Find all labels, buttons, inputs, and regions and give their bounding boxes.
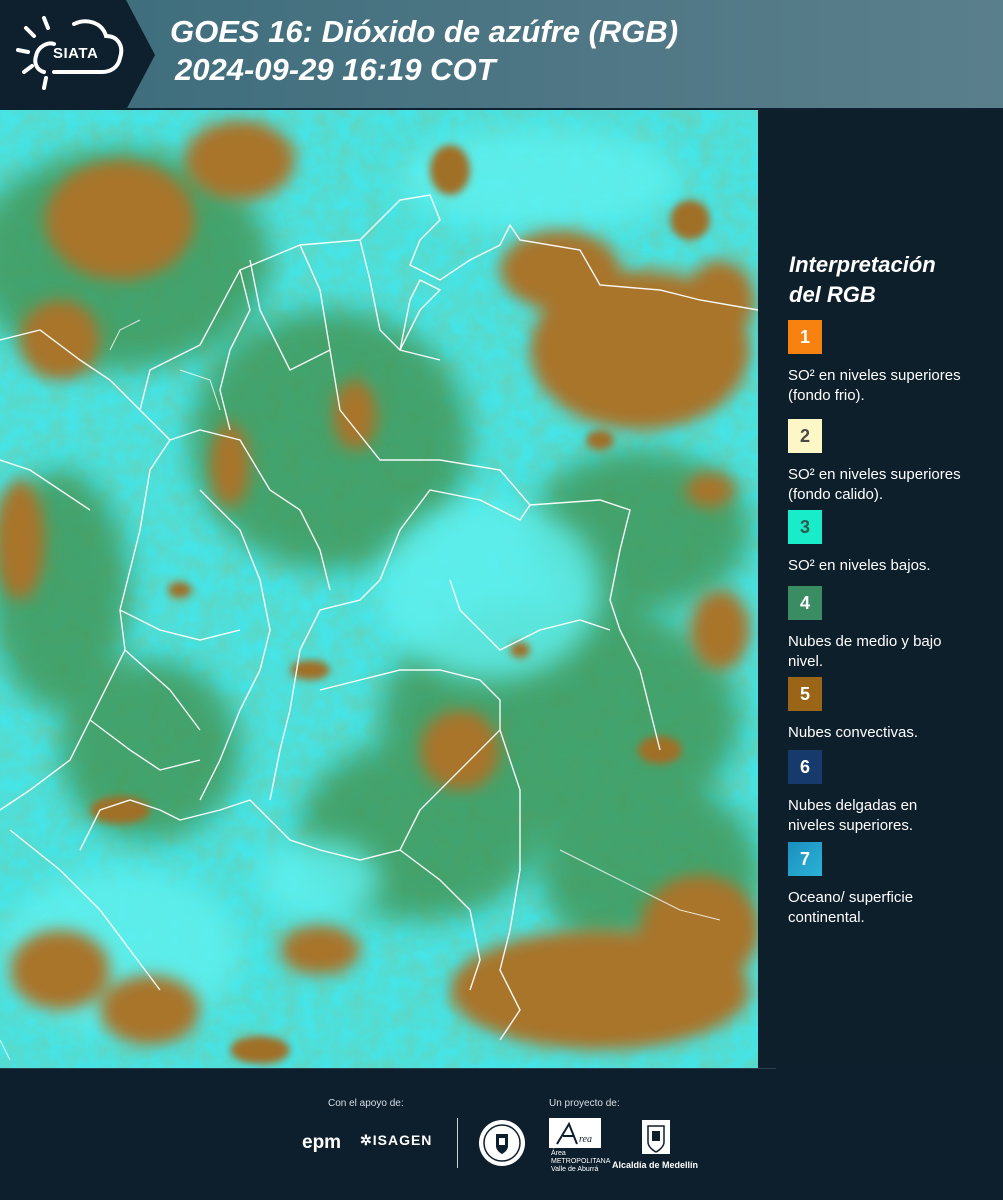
legend-panel: Interpretación del RGB 1 SO² en niveles … xyxy=(760,110,1003,1068)
footer-divider-line xyxy=(0,1068,776,1069)
legend-label: Nubes de medio y bajo nivel. xyxy=(788,633,942,670)
medellin-seal-icon xyxy=(479,1120,525,1166)
legend-title-line2: del RGB xyxy=(789,282,876,307)
legend-label: SO² en niveles bajos. xyxy=(788,557,931,574)
project-caption: Un proyecto de: xyxy=(549,1098,620,1109)
satellite-map xyxy=(0,110,758,1068)
logo-panel: SIATA xyxy=(0,0,155,110)
legend-swatch: 3 xyxy=(788,510,822,544)
header: SIATA GOES 16: Dióxido de azúfre (RGB) 2… xyxy=(0,0,1003,110)
support-caption: Con el apoyo de: xyxy=(328,1098,404,1109)
footer: Con el apoyo de: Un proyecto de: epm ✲IS… xyxy=(0,1068,1003,1200)
satellite-image xyxy=(0,110,758,1068)
alcaldia-text: Alcaldía de Medellín xyxy=(612,1160,699,1170)
legend-label: SO² en niveles superiores (fondo frio). xyxy=(788,367,961,404)
legend-label: Nubes delgadas en niveles superiores. xyxy=(788,797,918,834)
isagen-logo: ✲ISAGEN xyxy=(360,1132,432,1149)
isagen-logo-text: ISAGEN xyxy=(372,1132,433,1148)
svg-text:rea: rea xyxy=(579,1134,592,1145)
legend-swatch: 5 xyxy=(788,677,822,711)
legend-label: SO² en niveles superiores (fondo calido)… xyxy=(788,466,961,503)
legend-item-5: 5 Nubes convectivas. xyxy=(788,677,993,743)
legend-swatch: 6 xyxy=(788,750,822,784)
isagen-star-icon: ✲ xyxy=(360,1132,373,1148)
legend-title-line1: Interpretación xyxy=(789,252,936,277)
footer-vertical-divider xyxy=(457,1118,458,1168)
legend-label: Oceano/ superficie continental. xyxy=(788,889,914,926)
legend-title: Interpretación del RGB xyxy=(789,250,989,310)
area-metropolitana-text: Área METROPOLITANA Valle de Aburrá xyxy=(551,1150,610,1173)
page-timestamp: 2024-09-29 16:19 COT xyxy=(175,52,496,87)
legend-item-1: 1 SO² en niveles superiores (fondo frio)… xyxy=(788,320,993,406)
legend-item-3: 3 SO² en niveles bajos. xyxy=(788,510,993,576)
legend-swatch: 7 xyxy=(788,842,822,876)
epm-logo: epm xyxy=(302,1132,342,1153)
alcaldia-shield-icon xyxy=(642,1120,670,1154)
legend-swatch: 2 xyxy=(788,419,822,453)
legend-item-6: 6 Nubes delgadas en niveles superiores. xyxy=(788,750,993,836)
legend-label: Nubes convectivas. xyxy=(788,724,919,741)
legend-swatch: 1 xyxy=(788,320,822,354)
legend-swatch: 4 xyxy=(788,586,822,620)
legend-item-2: 2 SO² en niveles superiores (fondo calid… xyxy=(788,419,993,503)
legend-item-4: 4 Nubes de medio y bajo nivel. xyxy=(788,586,993,672)
legend-item-7: 7 Oceano/ superficie continental. xyxy=(788,842,993,928)
page-title: GOES 16: Dióxido de azúfre (RGB) xyxy=(170,14,679,49)
siata-logo-text: SIATA xyxy=(53,45,99,62)
